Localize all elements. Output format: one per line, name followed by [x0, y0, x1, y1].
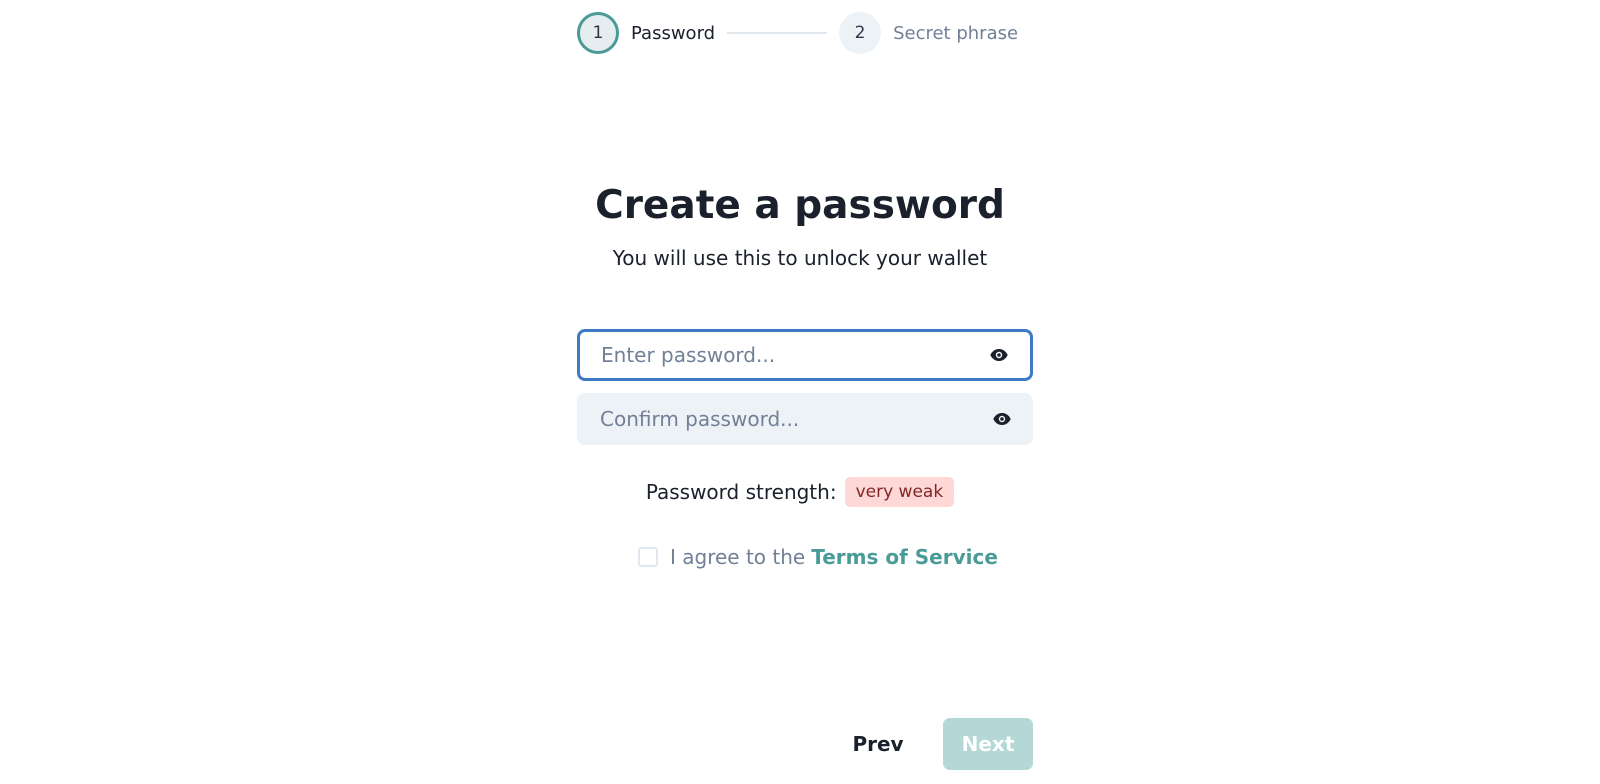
step-secret-phrase: 2 Secret phrase	[839, 12, 1018, 54]
strength-badge: very weak	[844, 477, 955, 507]
eye-icon[interactable]	[991, 408, 1013, 430]
password-strength: Password strength: very weak	[0, 477, 1600, 507]
step-label-password: Password	[631, 22, 716, 44]
step-number-1: 1	[577, 12, 619, 54]
eye-icon[interactable]	[988, 344, 1010, 366]
step-password: 1 Password	[577, 12, 715, 54]
page-title: Create a password	[595, 183, 1005, 228]
page-subtitle: You will use this to unlock your wallet	[612, 246, 988, 270]
terms-agreement: I agree to the Terms of Service	[638, 545, 998, 569]
create-password-page: 1 Password 2 Secret phrase Create a pass…	[0, 0, 1600, 784]
step-connector	[727, 32, 828, 34]
prev-button[interactable]: Prev	[836, 718, 920, 770]
terms-of-service-link[interactable]: Terms of Service	[811, 545, 998, 569]
terms-checkbox[interactable]	[638, 547, 658, 567]
password-input[interactable]	[580, 332, 988, 378]
terms-text: I agree to the	[670, 545, 806, 569]
stepper: 1 Password 2 Secret phrase	[577, 12, 1018, 54]
step-label-secret-phrase: Secret phrase	[893, 22, 1019, 44]
confirm-password-input[interactable]	[577, 393, 991, 445]
step-number-2: 2	[839, 12, 882, 54]
next-button[interactable]: Next	[943, 718, 1033, 770]
strength-label: Password strength:	[645, 480, 837, 504]
password-field	[577, 329, 1033, 381]
confirm-password-field	[577, 393, 1033, 445]
